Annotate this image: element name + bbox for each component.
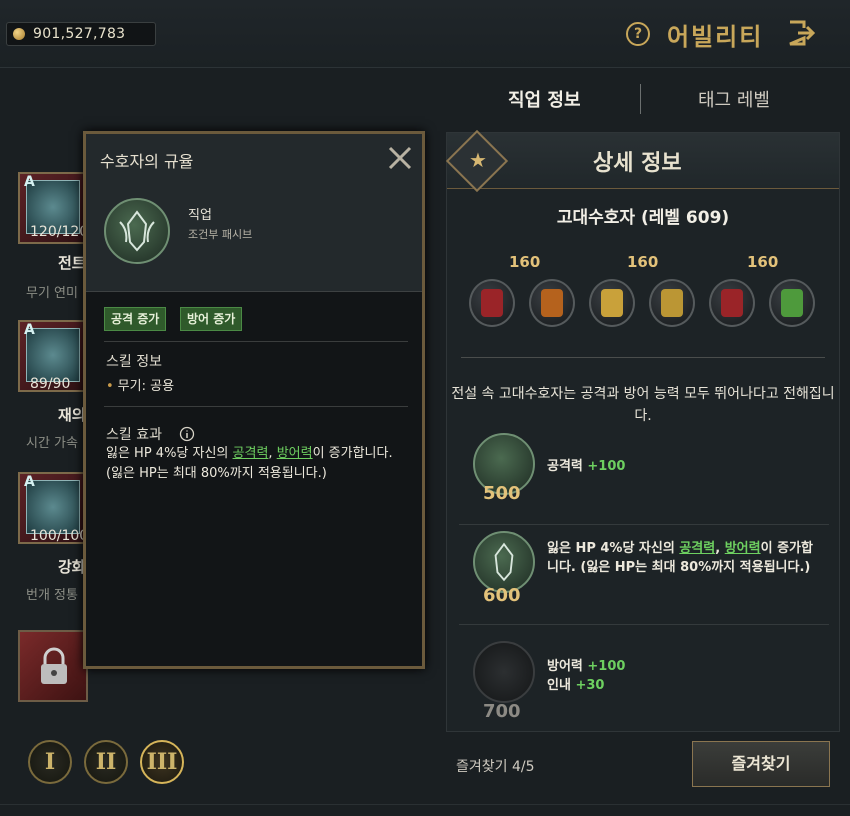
effect-text: 잃은 HP 4%당 자신의 [106,446,233,461]
tab-job-info[interactable]: 직업 정보 [508,86,581,112]
popup-job-label: 직업 [188,208,212,223]
attack-link[interactable]: 공격력 [233,446,269,461]
detail-header: ★ 상세 정보 [445,129,839,193]
skill-level: 120/120 [30,224,89,240]
detail-title: 상세 정보 [593,151,682,176]
fire-rune-icon[interactable] [529,279,575,327]
skill-grade: A [24,474,35,490]
divider [461,357,825,358]
reward-row: 500 공격력 +100 [459,433,829,525]
bullet-icon: • [106,379,114,394]
skill-level: 89/90 [30,376,71,392]
wing-rune-icon[interactable] [649,279,695,327]
close-icon[interactable] [386,144,414,172]
gold-coin-icon [13,28,25,40]
defense-link[interactable]: 방어력 [277,446,313,461]
reward-text: 잃은 HP 4%당 자신의 공격력, 방어력이 증가합니다. (잃은 HP는 최… [547,539,817,577]
top-bar: 901,527,783 ? 어빌리티 [0,0,850,68]
popup-header: 수호자의 규율 직업 조건부 패시브 [86,134,422,292]
star-icon: ★ [469,148,487,172]
popup-title: 수호자의 규율 [100,152,194,171]
stat-bonus: +30 [575,678,605,693]
skill-name: 전트 [58,254,86,272]
stat-label: 인내 [547,678,576,693]
skill-effect-label: 스킬 효과 [106,427,162,443]
locked-emblem-icon [473,641,535,703]
guardian-emblem-icon [473,531,535,593]
popup-job-sub: 조건부 패시브 [188,228,253,241]
preset-3-button[interactable]: III [140,740,184,784]
effect-text: 잃은 HP 4%당 자신의 [547,541,680,556]
tag-attack-up: 공격 증가 [104,307,167,331]
crown-rune-icon[interactable] [589,279,635,327]
stat-label: 방어력 [547,659,588,674]
lock-icon [41,647,67,684]
leaf-rune-icon[interactable] [769,279,815,327]
blade-rune-icon[interactable] [709,279,755,327]
tag-defense-up: 방어 증가 [180,307,243,331]
reward-row: 700 방어력 +100 인내 +30 [459,625,829,733]
weapon-text: 무기: 공용 [117,379,175,394]
cost-value: 160 [747,253,779,271]
effect-comma: , [715,541,725,556]
weapon-line: • 무기: 공용 [106,375,174,394]
divider [104,406,408,407]
defense-link[interactable]: 방어력 [725,541,761,556]
skill-effect-desc: 잃은 HP 4%당 자신의 공격력, 방어력이 증가합니다. (잃은 HP는 최… [106,444,406,484]
locked-skill-card[interactable] [18,630,88,702]
skill-name: 강화 [58,558,86,576]
skill-sub: 번개 정통 [26,588,78,603]
attack-link[interactable]: 공격력 [679,541,715,556]
exit-icon[interactable] [786,18,816,48]
class-description: 전설 속 고대수호자는 공격과 방어 능력 모두 뛰어나다고 전해집니다. [451,386,835,424]
stat-bonus: +100 [587,659,626,674]
reward-level: 700 [483,701,521,722]
info-icon[interactable] [179,426,195,442]
attack-rune-icon[interactable] [469,279,515,327]
question-icon[interactable]: ? [626,22,650,46]
skill-name: 재의 [58,406,86,424]
class-title: 고대수호자 (레벨 609) [556,208,730,228]
skill-grade: A [24,322,35,338]
tab-tag-level[interactable]: 태그 레벨 [698,86,770,112]
reward-text: 공격력 +100 [547,457,625,476]
tab-divider [640,84,641,114]
preset-1-button[interactable]: I [28,740,72,784]
detail-panel: ★ 상세 정보 고대수호자 (레벨 609) 160 160 160 전설 속 … [445,129,840,733]
skill-popup: 수호자의 규율 직업 조건부 패시브 공격 증가 방어 증가 스킬 정보 • 무기… [83,131,425,669]
cost-value: 160 [627,253,659,271]
reward-level: 500 [483,483,521,504]
favorite-count: 즐겨찾기 4/5 [456,759,535,775]
page-title: 어빌리티 [667,23,764,51]
favorite-button[interactable]: 즐겨찾기 [692,741,830,787]
stat-bonus: +100 [587,459,626,474]
currency-display: 901,527,783 [6,22,156,46]
reward-row: 600 잃은 HP 4%당 자신의 공격력, 방어력이 증가합니다. (잃은 H… [459,525,829,625]
divider [0,804,850,805]
skill-sub: 시간 가속 [26,436,78,451]
reward-text: 방어력 +100 인내 +30 [547,657,625,695]
stat-label: 공격력 [547,459,588,474]
guardian-emblem-icon [104,198,170,264]
cost-value: 160 [509,253,541,271]
effect-comma: , [268,446,277,461]
tabs: 직업 정보 태그 레벨 [440,78,850,124]
currency-value: 901,527,783 [33,26,126,42]
skill-sub: 무기 연미 [26,286,78,301]
skill-info-label: 스킬 정보 [106,354,162,370]
preset-2-button[interactable]: II [84,740,128,784]
divider [104,341,408,342]
skill-grade: A [24,174,35,190]
reward-level: 600 [483,585,521,606]
skill-level: 100/100 [30,528,89,544]
